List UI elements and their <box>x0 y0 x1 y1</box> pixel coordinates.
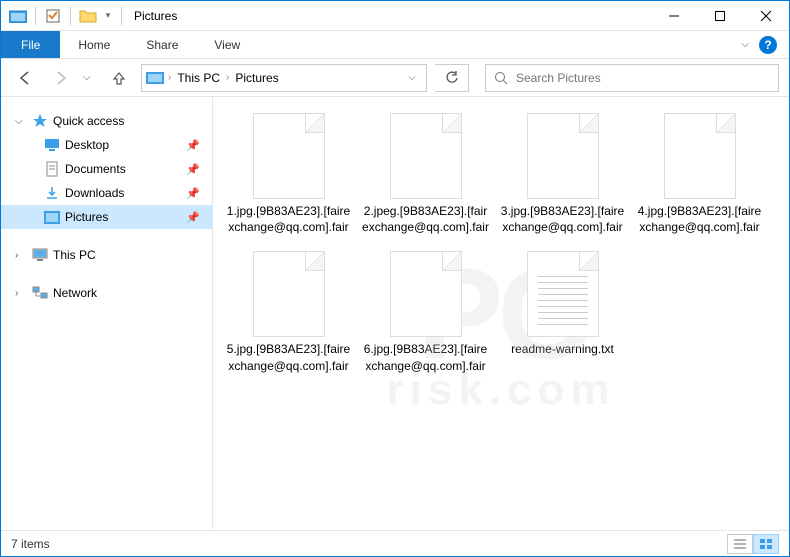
pictures-location-icon <box>146 70 164 86</box>
address-bar[interactable]: › This PC › Pictures ⌵ <box>141 64 427 92</box>
window-controls <box>651 1 789 31</box>
file-name: 2.jpeg.[9B83AE23].[fairexchange@qq.com].… <box>362 203 489 235</box>
file-item[interactable]: 4.jpg.[9B83AE23].[fairexchange@qq.com].f… <box>632 109 767 239</box>
file-item[interactable]: readme-warning.txt <box>495 247 630 377</box>
status-bar: 7 items <box>1 530 789 556</box>
separator <box>35 7 36 25</box>
ribbon: File Home Share View ⌵ ? <box>1 31 789 59</box>
navigation-bar: ⌵ › This PC › Pictures ⌵ <box>1 59 789 97</box>
tree-label: Network <box>53 286 212 300</box>
search-box[interactable] <box>485 64 779 92</box>
chevron-down-icon[interactable]: ⌵ <box>15 116 27 127</box>
text-file-icon <box>527 251 599 337</box>
tree-label: Desktop <box>65 138 182 152</box>
file-name: 6.jpg.[9B83AE23].[fairexchange@qq.com].f… <box>362 341 489 373</box>
up-button[interactable] <box>105 64 133 92</box>
sidebar-item-downloads[interactable]: Downloads 📌 <box>1 181 212 205</box>
folder-icon[interactable] <box>77 5 99 27</box>
history-dropdown-icon[interactable]: ⌵ <box>83 72 97 83</box>
details-view-button[interactable] <box>727 534 753 554</box>
minimize-button[interactable] <box>651 1 697 31</box>
tab-home[interactable]: Home <box>60 31 128 58</box>
tree-label: Pictures <box>65 210 182 224</box>
maximize-button[interactable] <box>697 1 743 31</box>
qat-dropdown-icon[interactable]: ▾ <box>101 5 115 27</box>
file-name: 5.jpg.[9B83AE23].[fairexchange@qq.com].f… <box>225 341 352 373</box>
quick-access-node[interactable]: ⌵ Quick access <box>1 109 212 133</box>
back-button[interactable] <box>11 64 39 92</box>
documents-icon <box>43 161 61 177</box>
this-pc-node[interactable]: › This PC <box>1 243 212 267</box>
thumbnails-view-button[interactable] <box>753 534 779 554</box>
app-icon <box>7 5 29 27</box>
properties-icon[interactable] <box>42 5 64 27</box>
help-icon[interactable]: ? <box>759 36 777 54</box>
file-item[interactable]: 6.jpg.[9B83AE23].[fairexchange@qq.com].f… <box>358 247 493 377</box>
file-tab[interactable]: File <box>1 31 60 58</box>
refresh-button[interactable] <box>435 64 469 92</box>
pictures-icon <box>43 209 61 225</box>
sidebar-item-documents[interactable]: Documents 📌 <box>1 157 212 181</box>
file-item[interactable]: 1.jpg.[9B83AE23].[fairexchange@qq.com].f… <box>221 109 356 239</box>
file-icon <box>527 113 599 199</box>
pin-icon: 📌 <box>186 187 200 200</box>
file-name: readme-warning.txt <box>511 341 614 357</box>
address-dropdown-icon[interactable]: ⌵ <box>402 72 422 83</box>
tab-share[interactable]: Share <box>128 31 196 58</box>
file-name: 3.jpg.[9B83AE23].[fairexchange@qq.com].f… <box>499 203 626 235</box>
pin-icon: 📌 <box>186 139 200 152</box>
file-item[interactable]: 2.jpeg.[9B83AE23].[fairexchange@qq.com].… <box>358 109 493 239</box>
file-icon <box>253 251 325 337</box>
search-input[interactable] <box>516 71 770 85</box>
network-node[interactable]: › Network <box>1 281 212 305</box>
tree-label: Quick access <box>53 114 212 128</box>
chevron-right-icon[interactable]: › <box>226 72 229 83</box>
breadcrumb[interactable]: Pictures <box>233 71 280 85</box>
tree-label: This PC <box>53 248 212 262</box>
separator <box>70 7 71 25</box>
search-icon <box>494 71 508 85</box>
navigation-pane: ⌵ Quick access Desktop 📌 Documents 📌 Dow… <box>1 97 213 529</box>
pin-icon: 📌 <box>186 163 200 176</box>
file-icon <box>253 113 325 199</box>
chevron-right-icon[interactable]: › <box>168 72 171 83</box>
file-name: 4.jpg.[9B83AE23].[fairexchange@qq.com].f… <box>636 203 763 235</box>
file-item[interactable]: 5.jpg.[9B83AE23].[fairexchange@qq.com].f… <box>221 247 356 377</box>
close-button[interactable] <box>743 1 789 31</box>
titlebar: ▾ Pictures <box>1 1 789 31</box>
breadcrumb[interactable]: This PC <box>175 71 222 85</box>
quick-access-toolbar: ▾ Pictures <box>1 5 177 27</box>
pin-icon: 📌 <box>186 211 200 224</box>
downloads-icon <box>43 185 61 201</box>
file-name: 1.jpg.[9B83AE23].[fairexchange@qq.com].f… <box>225 203 352 235</box>
file-list[interactable]: PC risk.com 1.jpg.[9B83AE23].[fairexchan… <box>213 97 789 529</box>
sidebar-item-desktop[interactable]: Desktop 📌 <box>1 133 212 157</box>
sidebar-item-pictures[interactable]: Pictures 📌 <box>1 205 212 229</box>
chevron-right-icon[interactable]: › <box>15 288 27 299</box>
file-icon <box>664 113 736 199</box>
file-icon <box>390 251 462 337</box>
network-icon <box>31 285 49 301</box>
tab-view[interactable]: View <box>196 31 258 58</box>
item-count: 7 items <box>11 537 50 551</box>
ribbon-expand-icon[interactable]: ⌵ <box>741 39 749 50</box>
file-item[interactable]: 3.jpg.[9B83AE23].[fairexchange@qq.com].f… <box>495 109 630 239</box>
chevron-right-icon[interactable]: › <box>15 250 27 261</box>
this-pc-icon <box>31 247 49 263</box>
file-icon <box>390 113 462 199</box>
tree-label: Documents <box>65 162 182 176</box>
forward-button[interactable] <box>47 64 75 92</box>
separator <box>121 7 122 25</box>
main-area: ⌵ Quick access Desktop 📌 Documents 📌 Dow… <box>1 97 789 529</box>
tree-label: Downloads <box>65 186 182 200</box>
window-title: Pictures <box>134 9 177 23</box>
star-icon <box>31 113 49 129</box>
desktop-icon <box>43 137 61 153</box>
